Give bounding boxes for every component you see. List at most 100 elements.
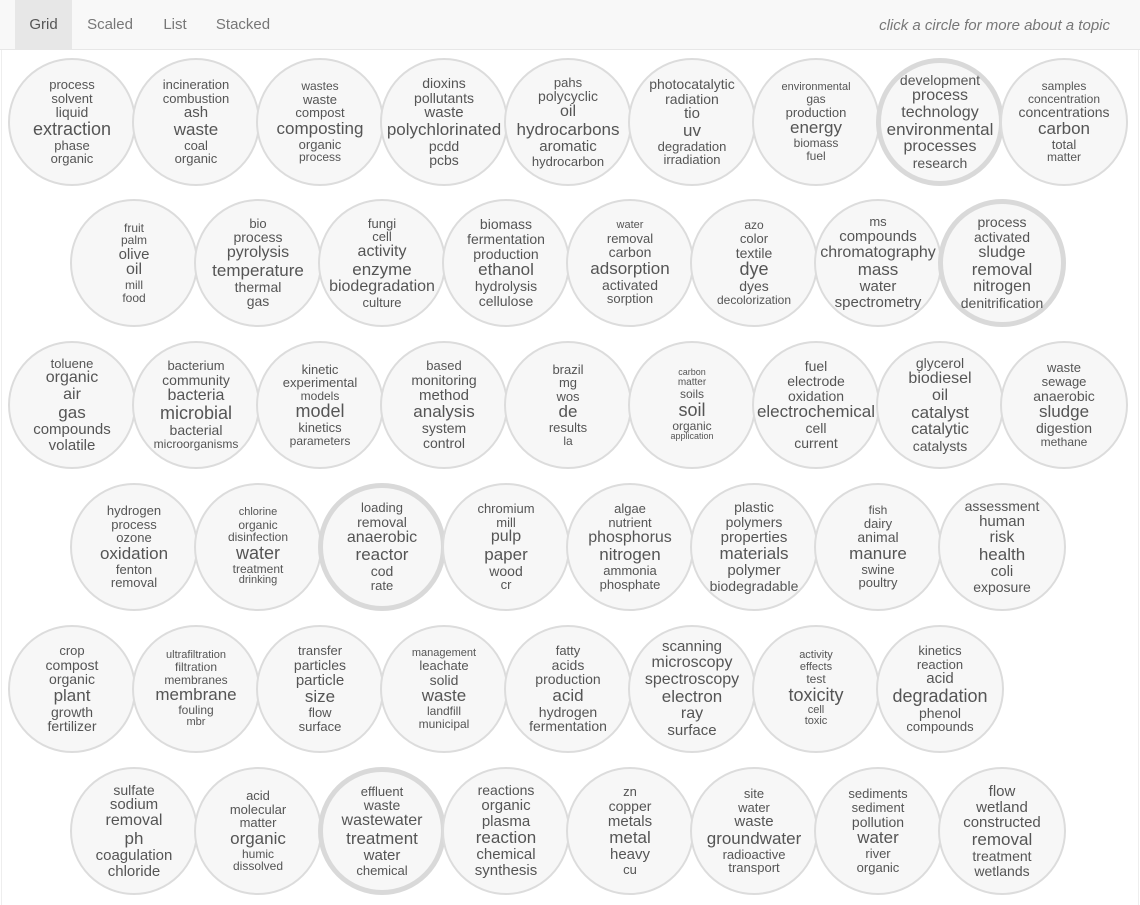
topic-circle[interactable]: based monitoring method analysis system contr… [380, 341, 508, 469]
topic-word: site [743, 785, 765, 801]
topic-word: heavy [609, 846, 651, 864]
topic-circle[interactable]: process solvent liquid extraction phase organ… [8, 58, 136, 186]
topic-circle[interactable]: scanning microscopy spectroscopy electron ra… [628, 625, 756, 753]
tab-scaled[interactable]: Scaled [78, 0, 142, 50]
topic-circle[interactable]: site water waste groundwater radioactive tran… [690, 767, 818, 895]
topic-circle[interactable]: fuel electrode oxidation electrochemical cel… [752, 341, 880, 469]
topic-word: decolorization [716, 292, 792, 307]
topic-circle[interactable]: algae nutrient phosphorus nitrogen ammonia ph… [566, 483, 694, 611]
topic-word: la [563, 433, 573, 448]
topic-word: method [418, 386, 470, 404]
topic-circle[interactable]: fungi cell activity enzyme biodegradation cul… [318, 199, 446, 327]
topic-circle[interactable]: brazil mg wos de results la [504, 341, 632, 469]
topic-word: acid [926, 670, 954, 688]
topic-word: cell [805, 420, 827, 437]
topic-circle[interactable]: incineration combustion ash waste coal organi… [132, 58, 260, 186]
topic-word: process [298, 150, 342, 165]
topic-word: reactor [355, 545, 409, 565]
topic-word: pcbs [429, 152, 459, 169]
topic-word: methane [1040, 434, 1088, 449]
topic-word: waste [421, 686, 467, 706]
topic-word: toxic [804, 715, 828, 728]
topic-word: ammonia [603, 563, 657, 579]
topic-circle[interactable]: plastic polymers properties materials polyme… [690, 483, 818, 611]
topic-circle[interactable]: chromium mill pulp paper wood cr [442, 483, 570, 611]
topic-word: fertilizer [47, 718, 97, 735]
topic-circle[interactable]: loading removal anaerobic reactor cod rate [318, 483, 446, 611]
topic-circle[interactable]: acid molecular matter organic humic dissolved [194, 767, 322, 895]
topic-word: organic [174, 151, 218, 167]
topic-circle[interactable]: effluent waste wastewater treatment water che… [318, 767, 446, 895]
topic-circle[interactable]: activity effects test toxicity cell toxic [752, 625, 880, 753]
topic-word: polycyclic [538, 88, 598, 105]
topic-word: waste [173, 119, 219, 139]
topic-word: biodegradation [329, 277, 435, 295]
tab-list[interactable]: List [152, 0, 198, 50]
topic-word: textile [735, 244, 773, 261]
topic-circle[interactable]: sediments sediment pollution water river orga… [814, 767, 942, 895]
topic-circle[interactable]: glycerol biodiesel oil catalyst catalytic cat… [876, 341, 1004, 469]
topic-circle[interactable]: samples concentration concentrations carbon… [1000, 58, 1128, 186]
topic-circle[interactable]: fruit palm olive oil mill food [70, 199, 198, 327]
topic-word: crop [59, 642, 85, 658]
topic-word: particle [295, 671, 345, 689]
topic-circle[interactable]: bacterium community bacteria microbial bacte… [132, 341, 260, 469]
topic-circle[interactable]: assessment human risk health coli exposure [938, 483, 1066, 611]
topic-word: ash [183, 104, 209, 122]
topic-word: swine [861, 561, 895, 577]
topic-circle[interactable]: hydrogen process ozone oxidation fenton remov… [70, 483, 198, 611]
topic-circle[interactable]: azo color textile dye dyes decolorization [690, 199, 818, 327]
topic-circle[interactable]: photocatalytic radiation tio uv degradation i… [628, 58, 756, 186]
topic-word: community [162, 371, 230, 388]
topic-word: anaerobic [1033, 387, 1095, 404]
topic-word: human [979, 512, 1025, 530]
topic-circle[interactable]: fish dairy animal manure swine poultry [814, 483, 942, 611]
topic-circle[interactable]: toluene organic air gas compounds volatile [8, 341, 136, 469]
topic-word: chromium [477, 500, 535, 516]
topic-word: bacteria [167, 386, 225, 404]
topic-circle[interactable]: environmental gas production energy biomass f… [752, 58, 880, 186]
topic-word: fenton [115, 561, 153, 577]
topic-circle[interactable]: flow wetland constructed removal treatment we… [938, 767, 1066, 895]
topic-circle[interactable]: process activated sludge removal nitrogen den… [938, 199, 1066, 327]
topic-circle[interactable]: ultrafiltration filtration membranes membra… [132, 625, 260, 753]
topic-word: electrochemical [756, 402, 876, 422]
tab-grid[interactable]: Grid [15, 0, 72, 50]
topic-word: catalysts [912, 438, 968, 455]
topic-word: samples [1041, 79, 1087, 94]
topic-circle[interactable]: kinetic experimental models model kinetics pa… [256, 341, 384, 469]
topic-word: dissolved [232, 859, 284, 874]
topic-circle[interactable]: waste sewage anaerobic sludge digestion metha… [1000, 341, 1128, 469]
topic-word: oxidation [99, 543, 169, 563]
topic-word: paper [484, 544, 528, 564]
topic-word: treatment [972, 847, 1032, 864]
topic-circle[interactable]: kinetics reaction acid degradation phenol com… [876, 625, 1004, 753]
topic-grid: process solvent liquid extraction phase organ… [1, 50, 1139, 905]
topic-circle[interactable]: transfer particles particle size flow surface [256, 625, 384, 753]
topic-circle[interactable]: zn copper metals metal heavy cu [566, 767, 694, 895]
topic-word: hydrogen [106, 502, 162, 518]
topic-word: coagulation [95, 846, 173, 864]
tab-stacked[interactable]: Stacked [208, 0, 278, 50]
topic-circle[interactable]: carbon matter soils soil organic application [628, 341, 756, 469]
topic-word: plastic [734, 499, 774, 516]
topic-circle[interactable]: crop compost organic plant growth fertilizer [8, 625, 136, 753]
topic-circle[interactable]: reactions organic plasma reaction chemical sy… [442, 767, 570, 895]
topic-word: sulfate [113, 781, 155, 798]
topic-circle[interactable]: dioxins pollutants waste polychlorinated pcd… [380, 58, 508, 186]
topic-circle[interactable]: chlorine organic disinfection water treatmen… [194, 483, 322, 611]
topic-word: activated [973, 228, 1031, 245]
topic-circle[interactable]: sulfate sodium removal ph coagulation chlorid… [70, 767, 198, 895]
topic-word: color [739, 231, 769, 247]
topic-circle[interactable]: wastes waste compost composting organic proce… [256, 58, 384, 186]
topic-circle[interactable]: bio process pyrolysis temperature thermal gas [194, 199, 322, 327]
topic-circle[interactable]: biomass fermentation production ethanol hydr… [442, 199, 570, 327]
topic-circle[interactable]: water removal carbon adsorption activated sor… [566, 199, 694, 327]
topic-circle[interactable]: fatty acids production acid hydrogen fermenta… [504, 625, 632, 753]
topic-circle[interactable]: development process technology environmenta… [876, 58, 1004, 186]
topic-word: polymer [727, 562, 781, 580]
topic-circle[interactable]: ms compounds chromatography mass water spectr… [814, 199, 942, 327]
topic-circle[interactable]: pahs polycyclic oil hydrocarbons aromatic hyd… [504, 58, 632, 186]
topic-word: cu [623, 862, 637, 878]
topic-circle[interactable]: management leachate solid waste landfill muni… [380, 625, 508, 753]
